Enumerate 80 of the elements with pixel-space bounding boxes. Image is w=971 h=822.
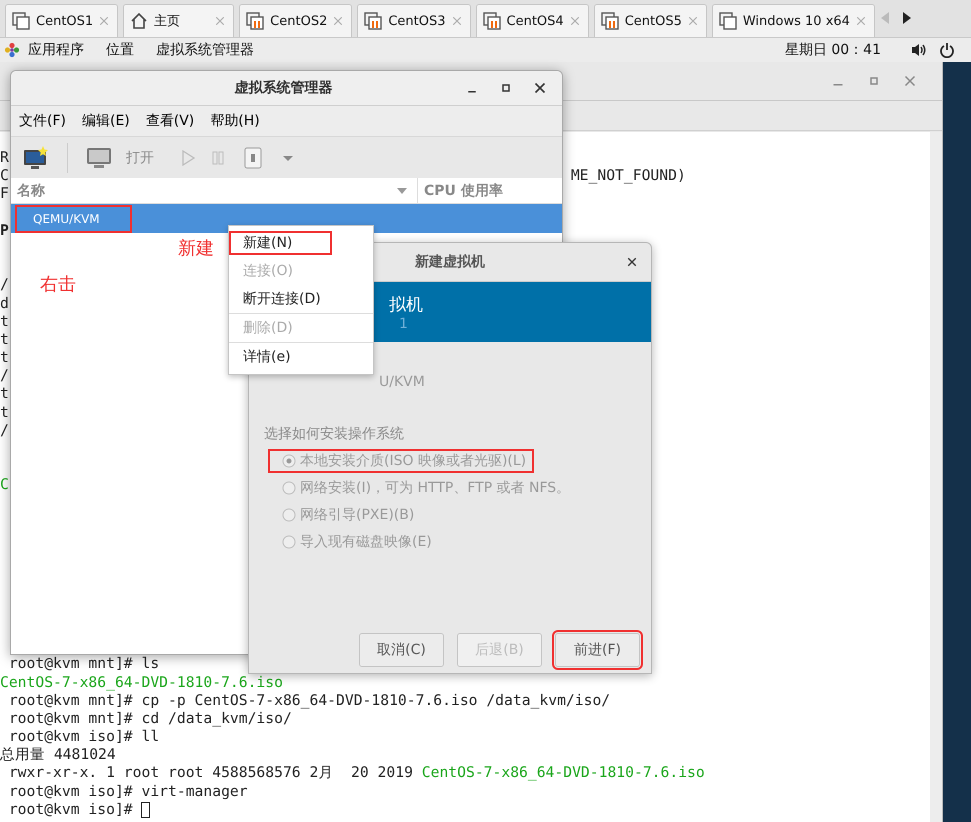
running-vm-icon xyxy=(364,12,382,30)
terminal-text: rwxr-xr-x. 1 root root 4588568576 2月 20 2019 xyxy=(8,764,414,783)
vm-window-icon xyxy=(12,12,30,30)
monitor-icon[interactable] xyxy=(86,146,112,170)
vm-tab[interactable]: CentOS4 xyxy=(476,4,589,37)
menu-item[interactable]: 帮助(H) xyxy=(210,112,260,130)
top-menu[interactable]: 位置 xyxy=(106,41,134,59)
menu-item[interactable]: 断开连接(D) xyxy=(229,285,373,314)
left-arrow-icon[interactable] xyxy=(881,12,889,24)
terminal-text: t xyxy=(0,312,9,331)
annotation-text: 新建 xyxy=(178,237,214,260)
vm-tab[interactable]: 主页 xyxy=(123,4,234,37)
running-vm-icon xyxy=(246,12,264,30)
menu-item[interactable]: 文件(F) xyxy=(19,112,66,130)
radio-icon[interactable] xyxy=(282,535,296,549)
power-icon[interactable] xyxy=(939,42,955,58)
dialog-button[interactable]: 前进(F) xyxy=(555,633,640,667)
dialog-button[interactable]: 取消(C) xyxy=(359,633,444,667)
terminal-text: t xyxy=(0,330,9,350)
top-menu[interactable]: 应用程序 xyxy=(28,41,84,59)
dialog-title: 新建虚拟机 xyxy=(415,253,485,271)
radio-icon[interactable] xyxy=(282,454,296,468)
window-title: 虚拟系统管理器 xyxy=(234,79,334,97)
terminal-text: / xyxy=(0,276,9,295)
vm-window-icon xyxy=(718,12,737,30)
radio-icon[interactable] xyxy=(282,481,296,495)
connection-value: U/KVM xyxy=(379,374,425,390)
terminal-text: root@kvm iso]# ll xyxy=(8,728,160,746)
menu-item[interactable]: 详情(e) xyxy=(229,343,373,371)
terminal-text: root@kvm mnt]# cp -p CentOS-7-x86_64-DVD-1810-7.6.iso /data_kvm/iso/ xyxy=(8,692,610,710)
new-vm-icon[interactable] xyxy=(23,146,49,170)
home-icon xyxy=(130,12,148,30)
terminal-text: t xyxy=(0,349,9,368)
terminal-text: P xyxy=(0,222,9,240)
terminal-text: 总用量 4481024 xyxy=(0,746,116,764)
connection-name: QEMU/KVM xyxy=(15,204,132,232)
play-icon[interactable] xyxy=(180,150,196,166)
column-header[interactable]: CPU 使用率 xyxy=(417,178,503,203)
vm-tab[interactable]: CentOS5 xyxy=(594,4,707,37)
vm-tab[interactable]: Windows 10 x64 xyxy=(712,4,875,37)
vm-tab[interactable]: CentOS2 xyxy=(239,4,352,37)
running-vm-icon xyxy=(600,12,619,30)
pause-icon[interactable] xyxy=(210,150,226,166)
column-header[interactable]: 名称 xyxy=(11,182,397,200)
maximize-icon[interactable] xyxy=(500,82,512,94)
terminal-text: root@kvm mnt]# ls xyxy=(8,655,160,674)
terminal-text: root@kvm mnt]# cd /data_kvm/iso/ xyxy=(8,710,292,728)
scrollbar[interactable] xyxy=(930,132,942,822)
header-title: 拟机 xyxy=(389,294,424,316)
menu-item[interactable]: 查看(V) xyxy=(146,112,194,130)
terminal-text: t xyxy=(0,385,9,404)
terminal-text: t xyxy=(0,404,9,422)
terminal-text: C xyxy=(0,167,9,186)
caret-icon[interactable] xyxy=(397,188,407,194)
terminal-text: / xyxy=(0,367,9,386)
top-menu[interactable]: 虚拟系统管理器 xyxy=(156,41,254,59)
vm-tab[interactable]: CentOS3 xyxy=(357,4,471,37)
close-icon[interactable] xyxy=(534,82,546,94)
annotation-text: 右击 xyxy=(40,273,76,296)
step-label: 1 xyxy=(398,316,409,332)
terminal-text: R xyxy=(0,149,9,168)
volume-icon[interactable] xyxy=(911,42,927,58)
clock[interactable]: 星期日 00：41 xyxy=(784,41,881,59)
terminal-text: root@kvm iso]# xyxy=(8,800,134,819)
terminal-text: F xyxy=(0,185,9,204)
file-name: CentOS-7-x86_64-DVD-1810-7.6.iso xyxy=(422,764,705,783)
menu-item[interactable]: 编辑(E) xyxy=(82,112,130,130)
flower-icon[interactable] xyxy=(4,42,20,58)
running-vm-icon xyxy=(482,12,501,30)
terminal-text: root@kvm iso]# virt-manager xyxy=(8,782,248,801)
terminal-text: d xyxy=(0,294,9,313)
terminal-text: C xyxy=(0,476,9,495)
close-icon[interactable] xyxy=(627,257,637,267)
terminal-text: ME_NOT_FOUND) xyxy=(570,167,686,186)
terminal-text: / xyxy=(0,422,9,440)
radio-icon[interactable] xyxy=(282,508,296,522)
right-arrow-icon[interactable] xyxy=(903,12,911,24)
terminal-text: CentOS-7-x86_64-DVD-1810-7.6.iso xyxy=(0,674,283,692)
prompt-label: 选择如何安装操作系统 xyxy=(264,426,404,442)
vm-tab[interactable]: CentOS1 xyxy=(5,4,118,37)
